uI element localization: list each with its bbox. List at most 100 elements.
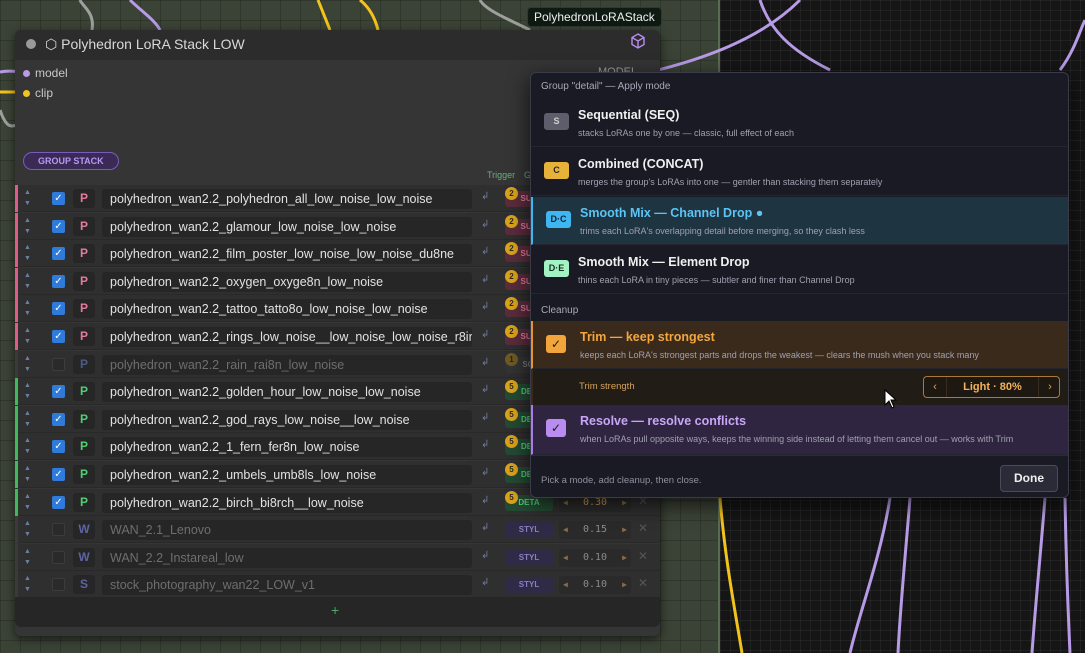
enable-checkbox[interactable]: ✓ <box>52 468 65 481</box>
reorder-arrows-icon[interactable]: ▲ ▼ <box>24 435 32 457</box>
lora-name-field[interactable]: polyhedron_wan2.2_tattoo_tatto8o_low_noi… <box>102 299 472 320</box>
lora-name-field[interactable]: stock_photography_wan22_LOW_v1 <box>102 575 472 596</box>
add-lora-button[interactable]: + <box>331 602 339 618</box>
enable-checkbox[interactable] <box>52 523 65 537</box>
mode-sequential[interactable]: S Sequential (SEQ) stacks LoRAs one by o… <box>531 99 1068 147</box>
group-tag[interactable]: STYL <box>505 577 553 594</box>
lora-name-field[interactable]: polyhedron_wan2.2_god_rays_low_noise__lo… <box>102 409 472 430</box>
trigger-enter-icon[interactable]: ↲ <box>481 412 489 423</box>
reorder-arrows-icon[interactable]: ▲ ▼ <box>24 408 32 430</box>
trigger-enter-icon[interactable]: ↲ <box>481 550 489 561</box>
enable-checkbox[interactable] <box>52 550 65 564</box>
lora-name-field[interactable]: WAN_2.2_Instareal_low <box>102 547 472 568</box>
strength-stepper[interactable]: ◀ 0.15 ▶ <box>559 521 631 540</box>
model-socket-icon[interactable] <box>23 70 30 77</box>
trigger-enter-icon[interactable]: ↲ <box>481 329 489 340</box>
apply-mode-menu[interactable]: Group "detail" — Apply mode S Sequential… <box>530 72 1069 498</box>
trigger-enter-icon[interactable]: ↲ <box>481 274 489 285</box>
lora-name-field[interactable]: polyhedron_wan2.2_rings_low_noise__low_n… <box>102 327 472 347</box>
trim-strength-prev-button[interactable]: ‹ <box>924 377 946 397</box>
reorder-arrows-icon[interactable]: ▲ ▼ <box>24 491 32 513</box>
enable-checkbox[interactable]: ✓ <box>52 247 65 261</box>
reorder-arrows-icon[interactable]: ▲ ▼ <box>24 380 32 402</box>
lora-row[interactable]: ▲ ▼ W WAN_2.1_Lenovo ↲ STYL ◀ 0.15 ▶ ✕ <box>15 516 660 544</box>
reorder-arrows-icon[interactable]: ▲ ▼ <box>24 546 32 568</box>
lora-name-field[interactable]: polyhedron_wan2.2_golden_hour_low_noise_… <box>102 382 472 403</box>
lora-name-field[interactable]: polyhedron_wan2.2_polyhedron_all_low_noi… <box>102 189 472 209</box>
cube-icon[interactable] <box>629 32 647 50</box>
cleanup-resolve[interactable]: ✓ Resolve — resolve conflicts when LoRAs… <box>531 405 1068 455</box>
lora-name-field[interactable]: WAN_2.1_Lenovo <box>102 520 472 541</box>
trim-strength-stepper[interactable]: ‹ Light · 80% › <box>923 376 1060 398</box>
trigger-enter-icon[interactable]: ↲ <box>481 219 489 230</box>
lora-type-letter: W <box>73 520 95 540</box>
strength-decrease-icon[interactable]: ◀ <box>563 549 568 567</box>
reorder-arrows-icon[interactable]: ▲ ▼ <box>24 463 32 485</box>
lora-name-field[interactable]: polyhedron_wan2.2_umbels_umb8ls_low_nois… <box>102 465 472 485</box>
enable-checkbox[interactable]: ✓ <box>52 412 65 426</box>
reorder-arrows-icon[interactable]: ▲ ▼ <box>24 325 32 347</box>
enable-checkbox[interactable]: ✓ <box>52 330 65 343</box>
remove-lora-icon[interactable]: ✕ <box>638 576 648 590</box>
mode-combined[interactable]: C Combined (CONCAT) merges the group's L… <box>531 148 1068 196</box>
reorder-arrows-icon[interactable]: ▲ ▼ <box>24 215 32 237</box>
reorder-arrows-icon[interactable]: ▲ ▼ <box>24 518 32 540</box>
lora-row[interactable]: ▲ ▼ W WAN_2.2_Instareal_low ↲ STYL ◀ 0.10 ▶ ✕ <box>15 543 660 571</box>
enable-checkbox[interactable] <box>52 578 65 592</box>
trigger-enter-icon[interactable]: ↲ <box>481 577 489 588</box>
cleanup-trim[interactable]: ✓ Trim — keep strongest keeps each LoRA'… <box>531 321 1068 369</box>
trigger-enter-icon[interactable]: ↲ <box>481 495 489 506</box>
remove-lora-icon[interactable]: ✕ <box>638 521 648 535</box>
mode-channel-drop[interactable]: D·C Smooth Mix — Channel Drop ● trims ea… <box>531 197 1068 245</box>
clip-socket-icon[interactable] <box>23 90 30 97</box>
strength-decrease-icon[interactable]: ◀ <box>563 521 568 539</box>
strength-increase-icon[interactable]: ▶ <box>622 549 627 567</box>
group-tag[interactable]: STYL <box>505 522 553 539</box>
strength-increase-icon[interactable]: ▶ <box>622 521 627 539</box>
reorder-arrows-icon[interactable]: ▲ ▼ <box>24 573 32 595</box>
trigger-enter-icon[interactable]: ↲ <box>481 522 489 533</box>
group-tag[interactable]: STYL <box>505 549 553 566</box>
lora-name-field[interactable]: polyhedron_wan2.2_oxygen_oxyge8n_low_noi… <box>102 271 472 292</box>
lora-name-field[interactable]: polyhedron_wan2.2_glamour_low_noise_low_… <box>102 216 472 237</box>
mode-element-drop[interactable]: D·E Smooth Mix — Element Drop thins each… <box>531 246 1068 294</box>
reorder-arrows-icon[interactable]: ▲ ▼ <box>24 187 32 209</box>
enable-checkbox[interactable]: ✓ <box>52 219 65 233</box>
lora-row[interactable]: ▲ ▼ Sstock_photography_wan22_LOW_v1 ↲ STYL ◀ 0… <box>15 571 660 599</box>
trigger-enter-icon[interactable]: ↲ <box>481 439 489 450</box>
group-stack-button[interactable]: GROUP STACK <box>23 152 119 170</box>
strength-increase-icon[interactable]: ▶ <box>622 576 627 594</box>
node-header[interactable]: ⬡ Polyhedron LoRA Stack LOW <box>15 30 660 60</box>
strength-decrease-icon[interactable]: ◀ <box>563 576 568 594</box>
lora-name-field[interactable]: polyhedron_wan2.2_1_fern_fer8n_low_noise <box>102 437 472 458</box>
enable-checkbox[interactable]: ✓ <box>52 495 65 509</box>
trigger-enter-icon[interactable]: ↲ <box>481 467 489 478</box>
enable-checkbox[interactable]: ✓ <box>52 274 65 288</box>
resolve-checkbox[interactable]: ✓ <box>546 419 566 437</box>
lora-name-field[interactable]: polyhedron_wan2.2_birch_bi8rch__low_nois… <box>102 492 472 513</box>
reorder-arrows-icon[interactable]: ▲ ▼ <box>24 297 32 319</box>
enable-checkbox[interactable]: ✓ <box>52 302 65 316</box>
trigger-enter-icon[interactable]: ↲ <box>481 357 489 368</box>
reorder-arrows-icon[interactable]: ▲ ▼ <box>24 353 32 375</box>
enable-checkbox[interactable]: ✓ <box>52 440 65 454</box>
reorder-arrows-icon[interactable]: ▲ ▼ <box>24 242 32 264</box>
lora-name-field[interactable]: polyhedron_wan2.2_rain_rai8n_low_noise <box>102 354 472 375</box>
strength-stepper[interactable]: ◀ 0.10 ▶ <box>559 548 631 567</box>
remove-lora-icon[interactable]: ✕ <box>638 549 648 563</box>
collapse-dot-icon[interactable] <box>26 39 36 49</box>
enable-checkbox[interactable]: ✓ <box>52 385 65 399</box>
trim-checkbox[interactable]: ✓ <box>546 335 566 353</box>
enable-checkbox[interactable] <box>52 357 65 371</box>
trim-strength-next-button[interactable]: › <box>1039 377 1061 397</box>
strength-stepper[interactable]: ◀ 0.10 ▶ <box>559 576 631 595</box>
add-lora-row[interactable]: + <box>15 597 660 627</box>
lora-name-field[interactable]: polyhedron_wan2.2_film_poster_low_noise_… <box>102 244 472 265</box>
trigger-enter-icon[interactable]: ↲ <box>481 384 489 395</box>
enable-checkbox[interactable]: ✓ <box>52 192 65 205</box>
trigger-enter-icon[interactable]: ↲ <box>481 191 489 202</box>
done-button[interactable]: Done <box>1000 465 1058 492</box>
trigger-enter-icon[interactable]: ↲ <box>481 301 489 312</box>
trigger-enter-icon[interactable]: ↲ <box>481 246 489 257</box>
reorder-arrows-icon[interactable]: ▲ ▼ <box>24 270 32 292</box>
